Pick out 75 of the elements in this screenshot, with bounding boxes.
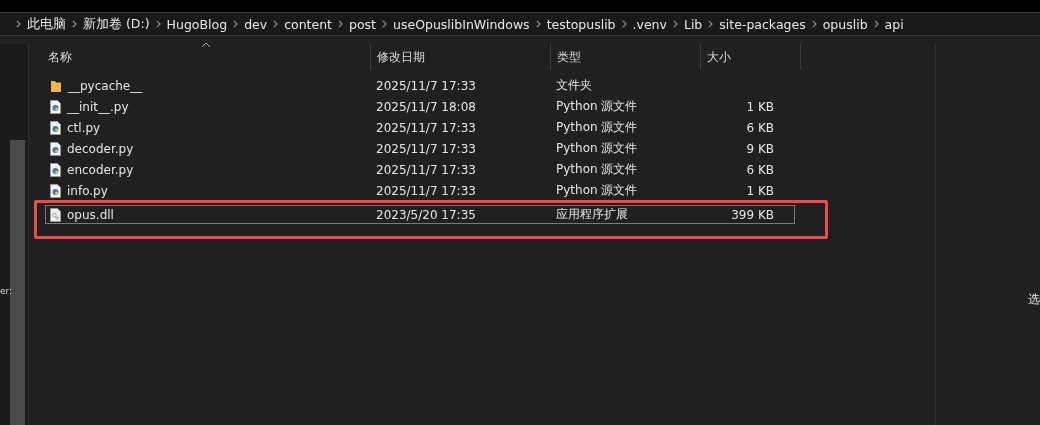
- file-name: info.py: [67, 183, 108, 198]
- modified-date: 2023/5/20 17:35: [376, 207, 477, 222]
- file-name: opus.dll: [67, 207, 114, 222]
- folder-icon: [50, 78, 62, 93]
- file-size: 6 KB: [745, 162, 774, 177]
- breadcrumb-item[interactable]: site-packages: [719, 16, 806, 32]
- nav-item-label[interactable]: er:: [0, 286, 13, 296]
- chevron-icon: [672, 20, 678, 28]
- file-type: Python 源文件: [556, 119, 639, 136]
- file-row[interactable]: __pycache__ 2025/11/7 17:33 文件夹: [45, 76, 795, 95]
- breadcrumb-item[interactable]: HugoBlog: [166, 16, 228, 32]
- file-type: Python 源文件: [556, 182, 639, 199]
- breadcrumb-item[interactable]: testopuslib: [546, 16, 616, 32]
- file-type: Python 源文件: [556, 98, 639, 115]
- file-size: 399 KB: [730, 207, 774, 222]
- chevron-icon: [233, 20, 239, 28]
- file-row[interactable]: ctl.py 2025/11/7 17:33 Python 源文件 6 KB: [45, 118, 795, 137]
- breadcrumb-item[interactable]: useOpuslibInWindows: [393, 16, 530, 32]
- file-row[interactable]: encoder.py 2025/11/7 17:33 Python 源文件 6 KB: [45, 160, 795, 179]
- modified-date: 2025/11/7 17:33: [376, 141, 477, 156]
- scrollbar-thumb[interactable]: [10, 140, 25, 425]
- column-header[interactable]: 名称: [29, 44, 371, 70]
- column-header[interactable]: 类型: [551, 44, 701, 70]
- breadcrumb-item[interactable]: content: [284, 16, 332, 32]
- python-file-icon: [50, 162, 61, 177]
- modified-date: 2025/11/7 17:33: [376, 183, 477, 198]
- breadcrumb-item[interactable]: Lib: [683, 16, 703, 32]
- file-name: encoder.py: [67, 162, 134, 177]
- gear-file-icon: [50, 207, 61, 222]
- chevron-icon: [621, 20, 627, 28]
- breadcrumb-item[interactable]: post: [349, 16, 376, 32]
- file-type: 应用程序扩展: [556, 206, 629, 223]
- chevron-icon: [72, 20, 77, 28]
- chevron-icon: [708, 20, 714, 28]
- modified-date: 2025/11/7 17:33: [376, 162, 477, 177]
- column-header[interactable]: 大小: [701, 44, 801, 70]
- python-file-icon: [50, 120, 61, 135]
- file-row[interactable]: info.py 2025/11/7 17:33 Python 源文件 1 KB: [45, 181, 795, 200]
- file-size: 1 KB: [745, 183, 774, 198]
- modified-date: 2025/11/7 17:33: [376, 78, 477, 93]
- file-name: __init__.py: [67, 99, 129, 114]
- file-type: 文件夹: [556, 77, 593, 94]
- file-type: Python 源文件: [556, 140, 639, 157]
- details-text: 选: [1028, 291, 1040, 308]
- chevron-icon: [273, 20, 279, 28]
- chevron-icon: [382, 20, 387, 28]
- file-size: 6 KB: [745, 120, 774, 135]
- sort-caret-icon: [201, 42, 211, 48]
- chevron-icon: [535, 20, 541, 28]
- file-name: ctl.py: [67, 120, 101, 135]
- breadcrumb-item[interactable]: api: [884, 16, 904, 32]
- breadcrumb-item[interactable]: 此电脑: [27, 15, 66, 33]
- modified-date: 2025/11/7 18:08: [376, 99, 477, 114]
- breadcrumb-item[interactable]: 新加卷 (D:): [83, 15, 150, 33]
- file-row[interactable]: __init__.py 2025/11/7 18:08 Python 源文件 1 KB: [45, 97, 795, 116]
- breadcrumb-item[interactable]: dev: [244, 16, 268, 32]
- file-size: 9 KB: [745, 141, 774, 156]
- python-file-icon: [50, 141, 61, 156]
- chevron-icon: [16, 20, 21, 28]
- python-file-icon: [50, 183, 61, 198]
- modified-date: 2025/11/7 17:33: [376, 120, 477, 135]
- file-row[interactable]: opus.dll 2023/5/20 17:35 应用程序扩展 399 KB: [45, 205, 795, 224]
- breadcrumb-item[interactable]: .venv: [632, 16, 667, 32]
- file-size: 1 KB: [745, 99, 774, 114]
- file-type: Python 源文件: [556, 161, 639, 178]
- column-header[interactable]: 修改日期: [371, 44, 551, 70]
- file-name: __pycache__: [68, 78, 143, 93]
- chevron-icon: [811, 20, 817, 28]
- file-row[interactable]: decoder.py 2025/11/7 17:33 Python 源文件 9 KB: [45, 139, 795, 158]
- chevron-icon: [155, 20, 161, 28]
- chevron-icon: [338, 20, 343, 28]
- breadcrumb-item[interactable]: opuslib: [822, 16, 868, 32]
- file-name: decoder.py: [67, 141, 134, 156]
- chevron-icon: [873, 20, 879, 28]
- python-file-icon: [50, 99, 61, 114]
